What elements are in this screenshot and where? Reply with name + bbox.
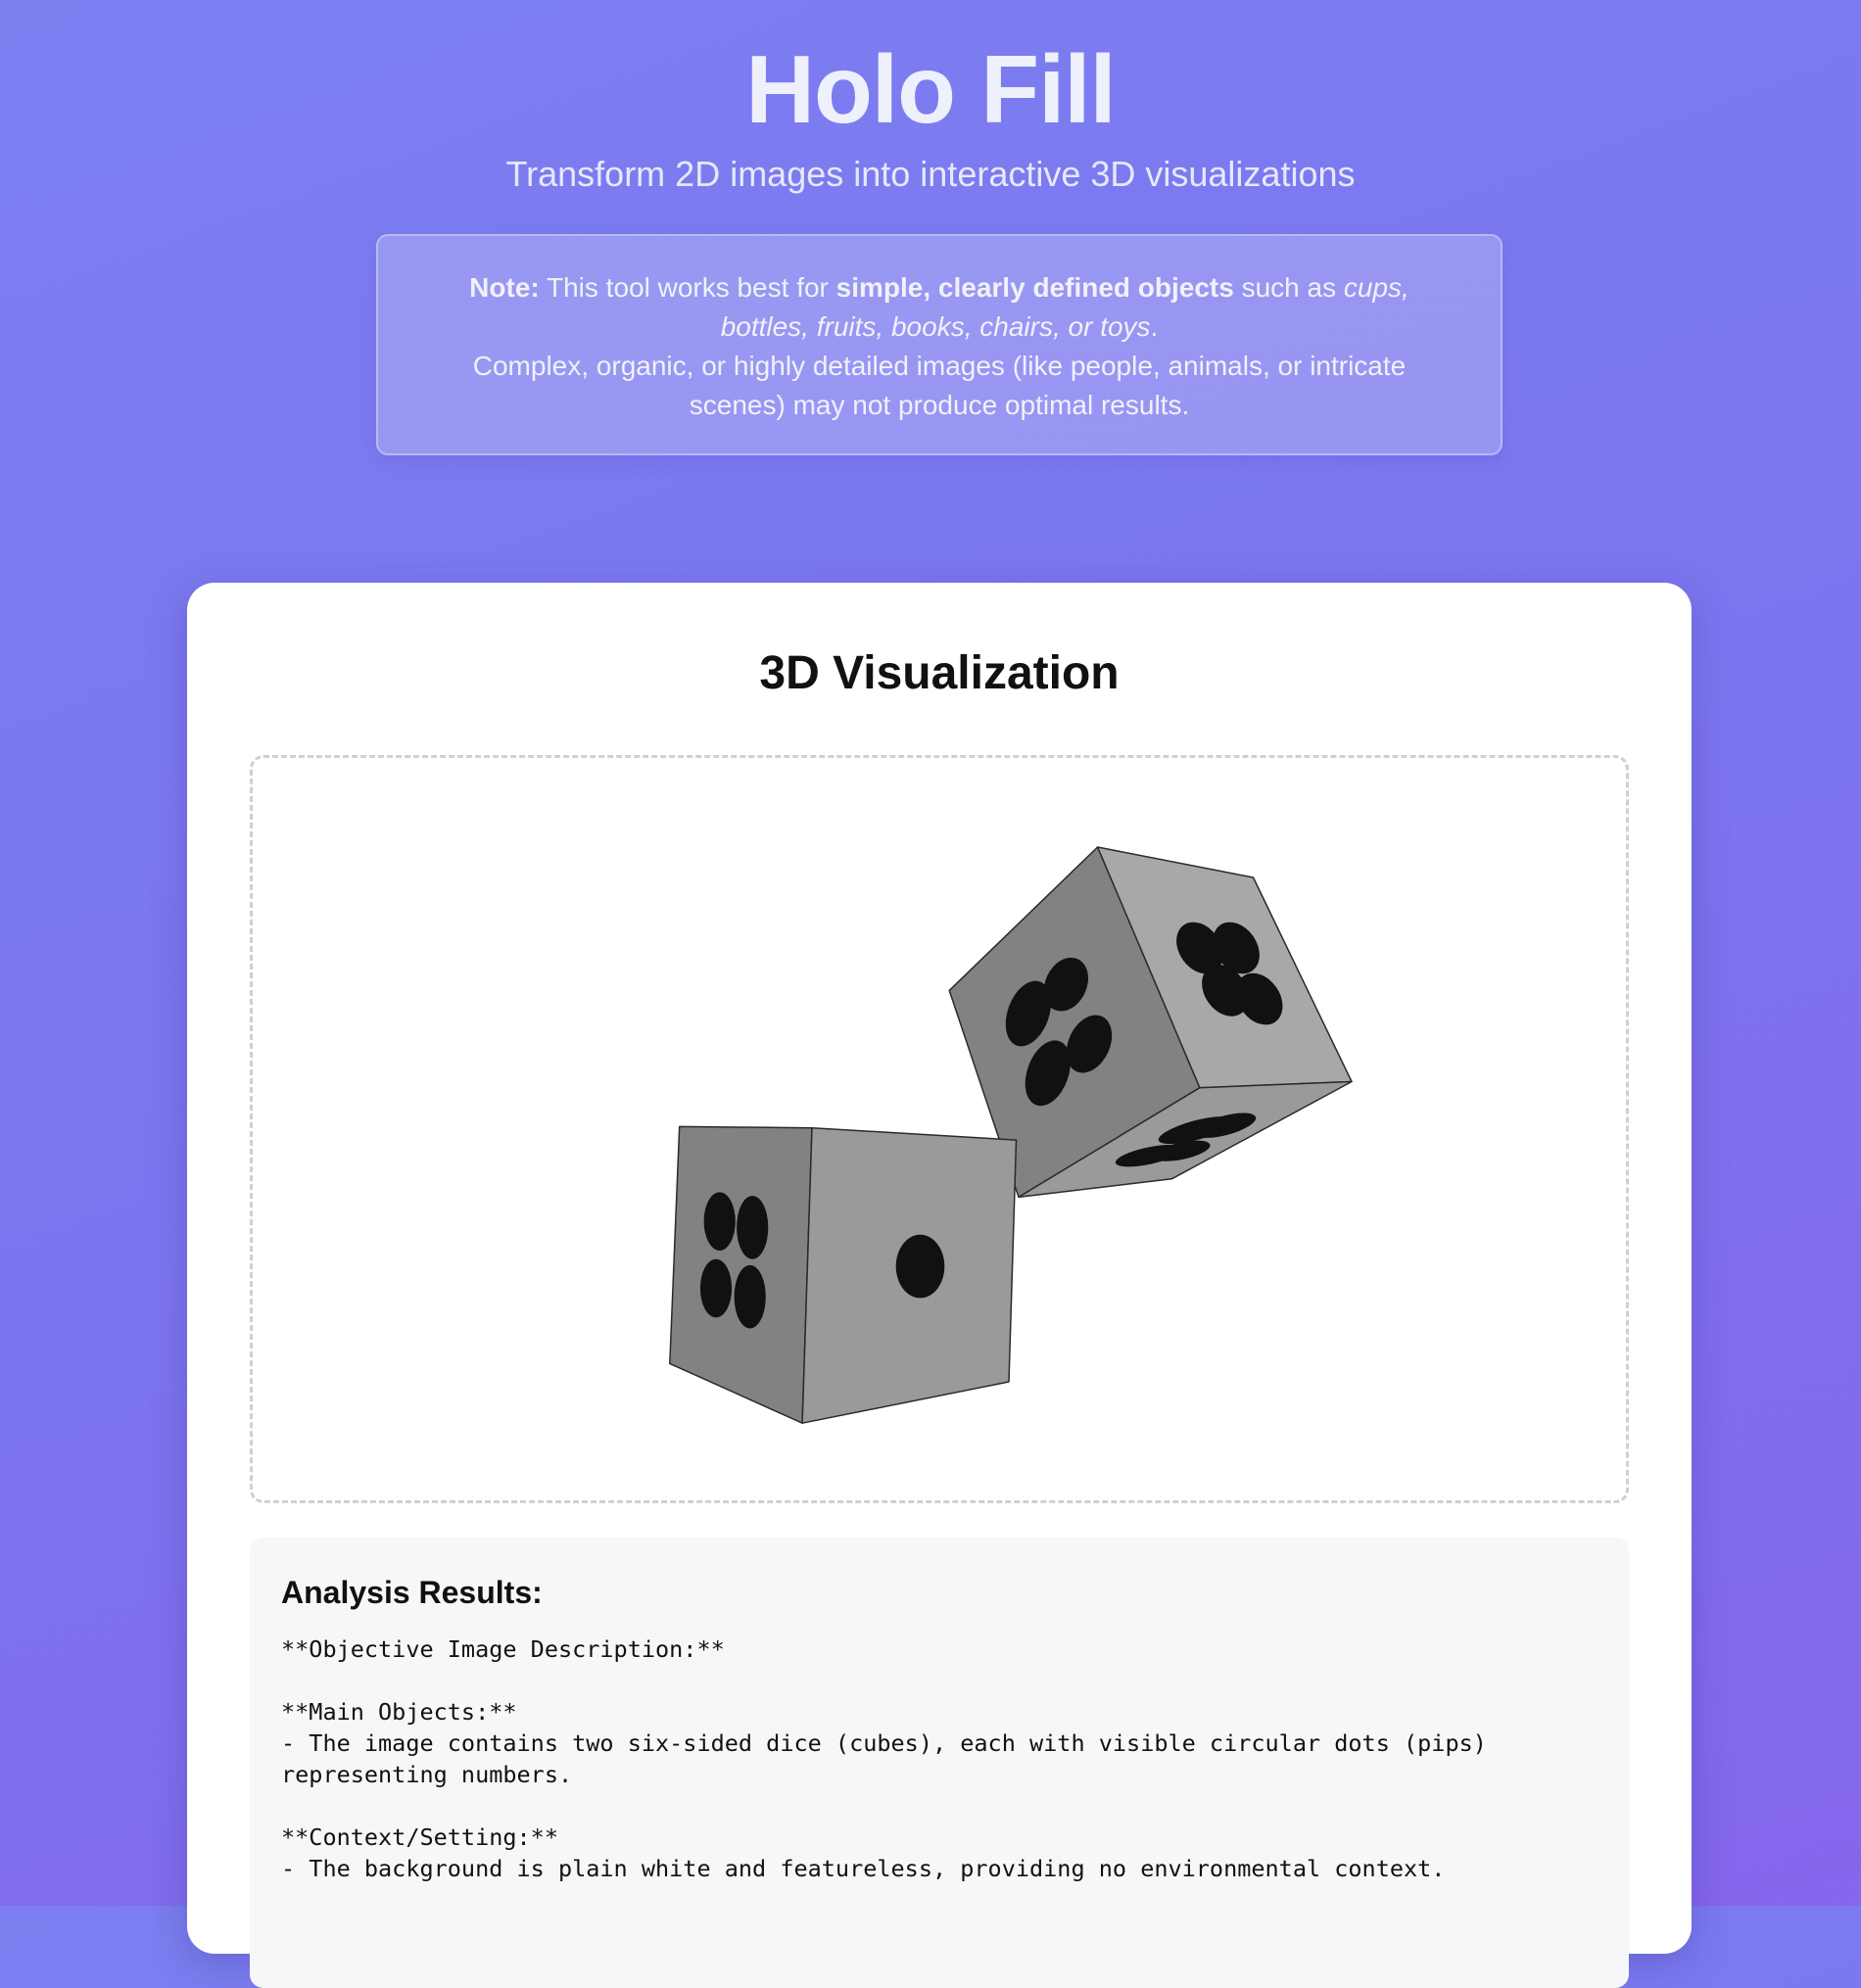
die-1-pip: [734, 1264, 766, 1329]
die-1-pip: [895, 1234, 945, 1299]
note-text-2: such as: [1233, 272, 1344, 303]
note-emphasis: simple, clearly defined objects: [835, 272, 1234, 303]
analysis-text: **Objective Image Description:** **Main …: [281, 1635, 1487, 1882]
analysis-panel: Analysis Results: **Objective Image Desc…: [250, 1538, 1629, 1988]
die-1-pip: [737, 1196, 769, 1259]
3d-viewer[interactable]: [250, 755, 1629, 1503]
results-card: 3D Visualization Analysis Results: **Obj…: [187, 583, 1692, 1988]
app-title: Holo Fill: [745, 35, 1117, 143]
note-text-1: This tool works best for: [539, 272, 836, 303]
note-line-2: Complex, organic, or highly detailed ima…: [472, 351, 1407, 420]
dice-render[interactable]: [253, 758, 1626, 1500]
analysis-title: Analysis Results:: [281, 1575, 543, 1610]
note-text-3: .: [1150, 311, 1159, 342]
die-1-pip: [703, 1192, 736, 1251]
visualization-title: 3D Visualization: [759, 647, 1120, 699]
usage-note: Note: This tool works best for simple, c…: [376, 234, 1503, 455]
die-1-pip: [699, 1258, 733, 1318]
note-label: Note:: [469, 272, 540, 303]
app-subtitle: Transform 2D images into interactive 3D …: [505, 154, 1356, 194]
